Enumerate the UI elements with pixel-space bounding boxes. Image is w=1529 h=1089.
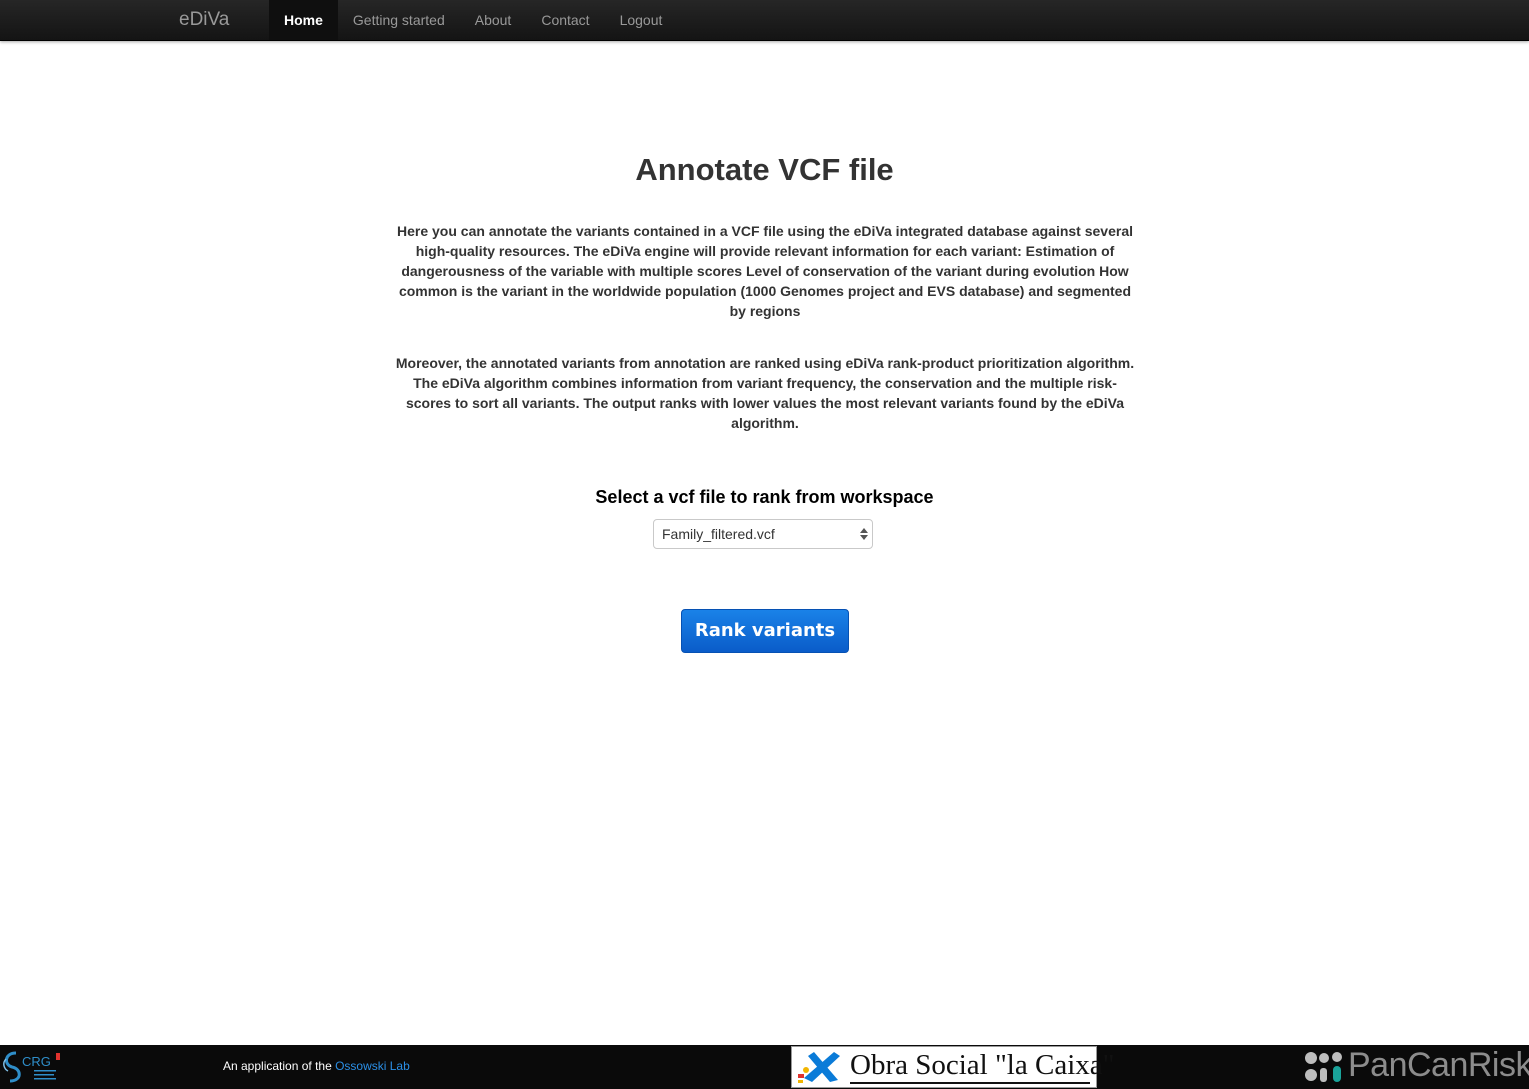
rank-variants-button[interactable]: Rank variants xyxy=(681,609,849,653)
pancanrisk-logo-text: PanCanRisk xyxy=(1348,1046,1529,1084)
crg-logo[interactable]: CRG xyxy=(0,1049,64,1085)
vcf-file-select[interactable]: Family_filtered.vcf xyxy=(653,519,873,549)
pancanrisk-logo[interactable]: PanCanRisk xyxy=(1304,1046,1529,1086)
algorithm-paragraph: Moreover, the annotated variants from an… xyxy=(395,355,1135,431)
footer-credit: An application of the Ossowski Lab xyxy=(223,1059,410,1073)
la-caixa-logo[interactable]: Obra Social "la Caixa" xyxy=(791,1046,1114,1088)
select-arrows-icon xyxy=(860,528,868,540)
nav-item-home[interactable]: Home xyxy=(269,0,338,40)
nav-item-getting-started[interactable]: Getting started xyxy=(338,0,460,40)
brand-logo[interactable]: eDiVa xyxy=(179,0,229,40)
caixa-star-icon xyxy=(798,1052,840,1083)
footer: CRG An application of the Ossowski Lab O… xyxy=(0,1045,1529,1089)
caixa-underline xyxy=(850,1082,1090,1084)
pancanrisk-dots-icon xyxy=(1305,1052,1342,1082)
ossowski-lab-link[interactable]: Ossowski Lab xyxy=(335,1059,410,1073)
nav-item-about[interactable]: About xyxy=(460,0,527,40)
vcf-file-select-value: Family_filtered.vcf xyxy=(662,526,775,542)
top-navbar: eDiVa Home Getting started About Contact… xyxy=(0,0,1529,41)
footer-credit-text: An application of the xyxy=(223,1059,336,1073)
crg-logo-text: CRG xyxy=(22,1054,51,1069)
intro-paragraph: Here you can annotate the variants conta… xyxy=(397,223,1133,319)
caixa-logo-text: Obra Social "la Caixa" xyxy=(850,1049,1115,1081)
select-file-label: Select a vcf file to rank from workspace xyxy=(595,487,934,507)
page-title: Annotate VCF file xyxy=(635,152,894,187)
nav-item-contact[interactable]: Contact xyxy=(526,0,604,40)
nav-item-logout[interactable]: Logout xyxy=(605,0,678,40)
main-nav: Home Getting started About Contact Logou… xyxy=(269,0,677,40)
